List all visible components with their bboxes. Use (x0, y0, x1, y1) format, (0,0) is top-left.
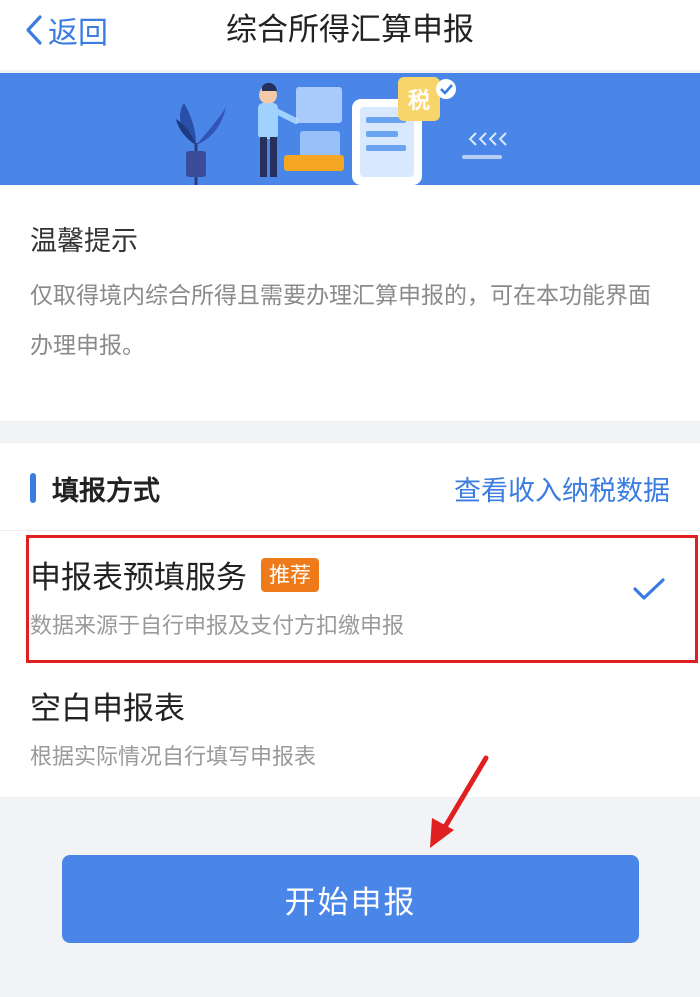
section-title: 填报方式 (52, 476, 160, 507)
section-accent-bar (30, 473, 36, 503)
tax-tag-illustration: 税 (398, 77, 456, 121)
nav-bar: 返回 综合所得汇算申报 (0, 0, 700, 70)
recommend-badge: 推荐 (261, 557, 319, 592)
chevrons-decoration (468, 132, 507, 146)
tips-title: 温馨提示 (30, 226, 138, 257)
section-header: 填报方式 查看收入纳税数据 (0, 443, 700, 531)
svg-text:税: 税 (408, 88, 430, 114)
filing-method-section: 填报方式 查看收入纳税数据 申报表预填服务 推荐 数据来源于自行申报及支付方扣缴… (0, 443, 700, 797)
option-description: 数据来源于自行申报及支付方扣缴申报 (30, 614, 405, 639)
annotation-arrow (430, 755, 489, 848)
option-title: 空白申报表 (30, 683, 185, 728)
page-title: 综合所得汇算申报 (226, 12, 474, 48)
option-title-text: 申报表预填服务 (30, 560, 247, 596)
checkmark-icon (633, 578, 665, 600)
option-description: 根据实际情况自行填写申报表 (30, 745, 317, 770)
banner-illustration: 税 (0, 73, 700, 185)
tips-card: 温馨提示 仅取得境内综合所得且需要办理汇算申报的，可在本功能界面办理申报。 (0, 185, 700, 421)
option-title-text: 空白申报表 (30, 691, 185, 727)
option-title: 申报表预填服务 推荐 (30, 552, 319, 597)
tips-text: 仅取得境内综合所得且需要办理汇算申报的，可在本功能界面办理申报。 (30, 283, 651, 359)
plant-illustration (176, 103, 226, 185)
option-blank-form[interactable]: 空白申报表 根据实际情况自行填写申报表 (0, 667, 700, 797)
view-tax-data-link[interactable]: 查看收入纳税数据 (454, 469, 670, 508)
option-prefilled-service[interactable]: 申报表预填服务 推荐 数据来源于自行申报及支付方扣缴申报 (0, 532, 700, 666)
start-filing-button[interactable]: 开始申报 (62, 855, 639, 943)
